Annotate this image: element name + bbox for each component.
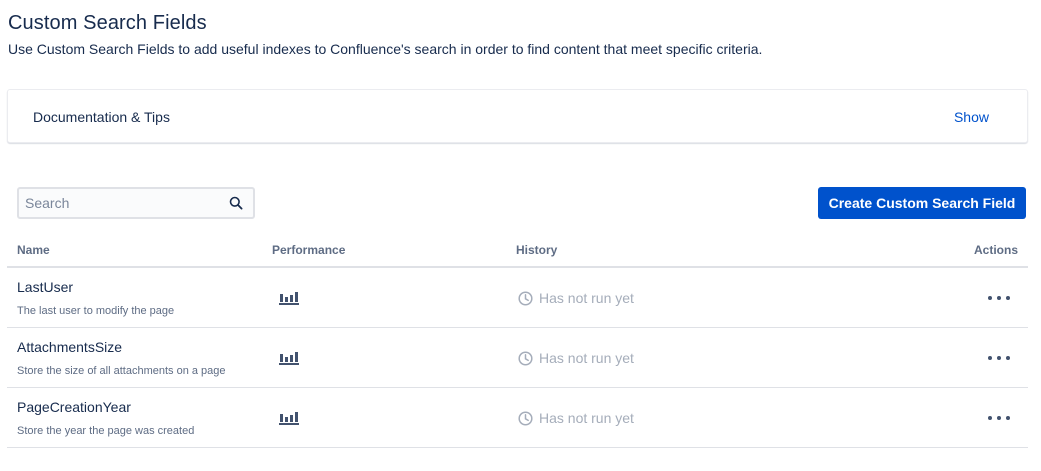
table-header: Name Performance History Actions xyxy=(7,234,1028,268)
history-text: Has not run yet xyxy=(539,410,634,426)
clock-icon xyxy=(518,350,533,366)
history-status: Has not run yet xyxy=(518,409,634,427)
more-actions-icon[interactable] xyxy=(988,290,1010,306)
bar-chart-icon[interactable] xyxy=(279,291,299,305)
field-description: The last user to modify the page xyxy=(17,305,175,317)
history-status: Has not run yet xyxy=(518,349,634,367)
table-row: AttachmentsSize Store the size of all at… xyxy=(7,328,1028,388)
search-icon[interactable] xyxy=(229,196,243,210)
bar-chart-icon[interactable] xyxy=(279,351,299,365)
documentation-panel: Documentation & Tips Show xyxy=(7,89,1028,143)
history-status: Has not run yet xyxy=(518,289,634,307)
field-description: Store the year the page was created xyxy=(17,425,195,437)
column-header-actions: Actions xyxy=(973,243,1018,257)
column-header-performance[interactable]: Performance xyxy=(272,243,345,257)
documentation-panel-title: Documentation & Tips xyxy=(33,109,170,125)
field-description: Store the size of all attachments on a p… xyxy=(17,365,226,377)
page-title: Custom Search Fields xyxy=(8,12,207,34)
search-box xyxy=(17,187,255,219)
more-actions-icon[interactable] xyxy=(988,350,1010,366)
more-actions-icon[interactable] xyxy=(988,410,1010,426)
documentation-show-toggle[interactable]: Show xyxy=(954,109,989,125)
search-input[interactable] xyxy=(25,193,225,213)
custom-search-fields-table: Name Performance History Actions LastUse… xyxy=(7,234,1028,448)
column-header-name[interactable]: Name xyxy=(17,243,50,257)
bar-chart-icon[interactable] xyxy=(279,411,299,425)
history-text: Has not run yet xyxy=(539,290,634,306)
clock-icon xyxy=(518,410,533,426)
table-row: LastUser The last user to modify the pag… xyxy=(7,268,1028,328)
table-row: PageCreationYear Store the year the page… xyxy=(7,388,1028,448)
column-header-history[interactable]: History xyxy=(516,243,557,257)
field-name: PageCreationYear xyxy=(17,399,131,415)
field-name: AttachmentsSize xyxy=(17,339,123,355)
clock-icon xyxy=(518,290,533,306)
field-name: LastUser xyxy=(17,279,74,295)
create-custom-search-field-button[interactable]: Create Custom Search Field xyxy=(818,187,1026,219)
history-text: Has not run yet xyxy=(539,350,634,366)
page-description: Use Custom Search Fields to add useful i… xyxy=(8,41,763,57)
